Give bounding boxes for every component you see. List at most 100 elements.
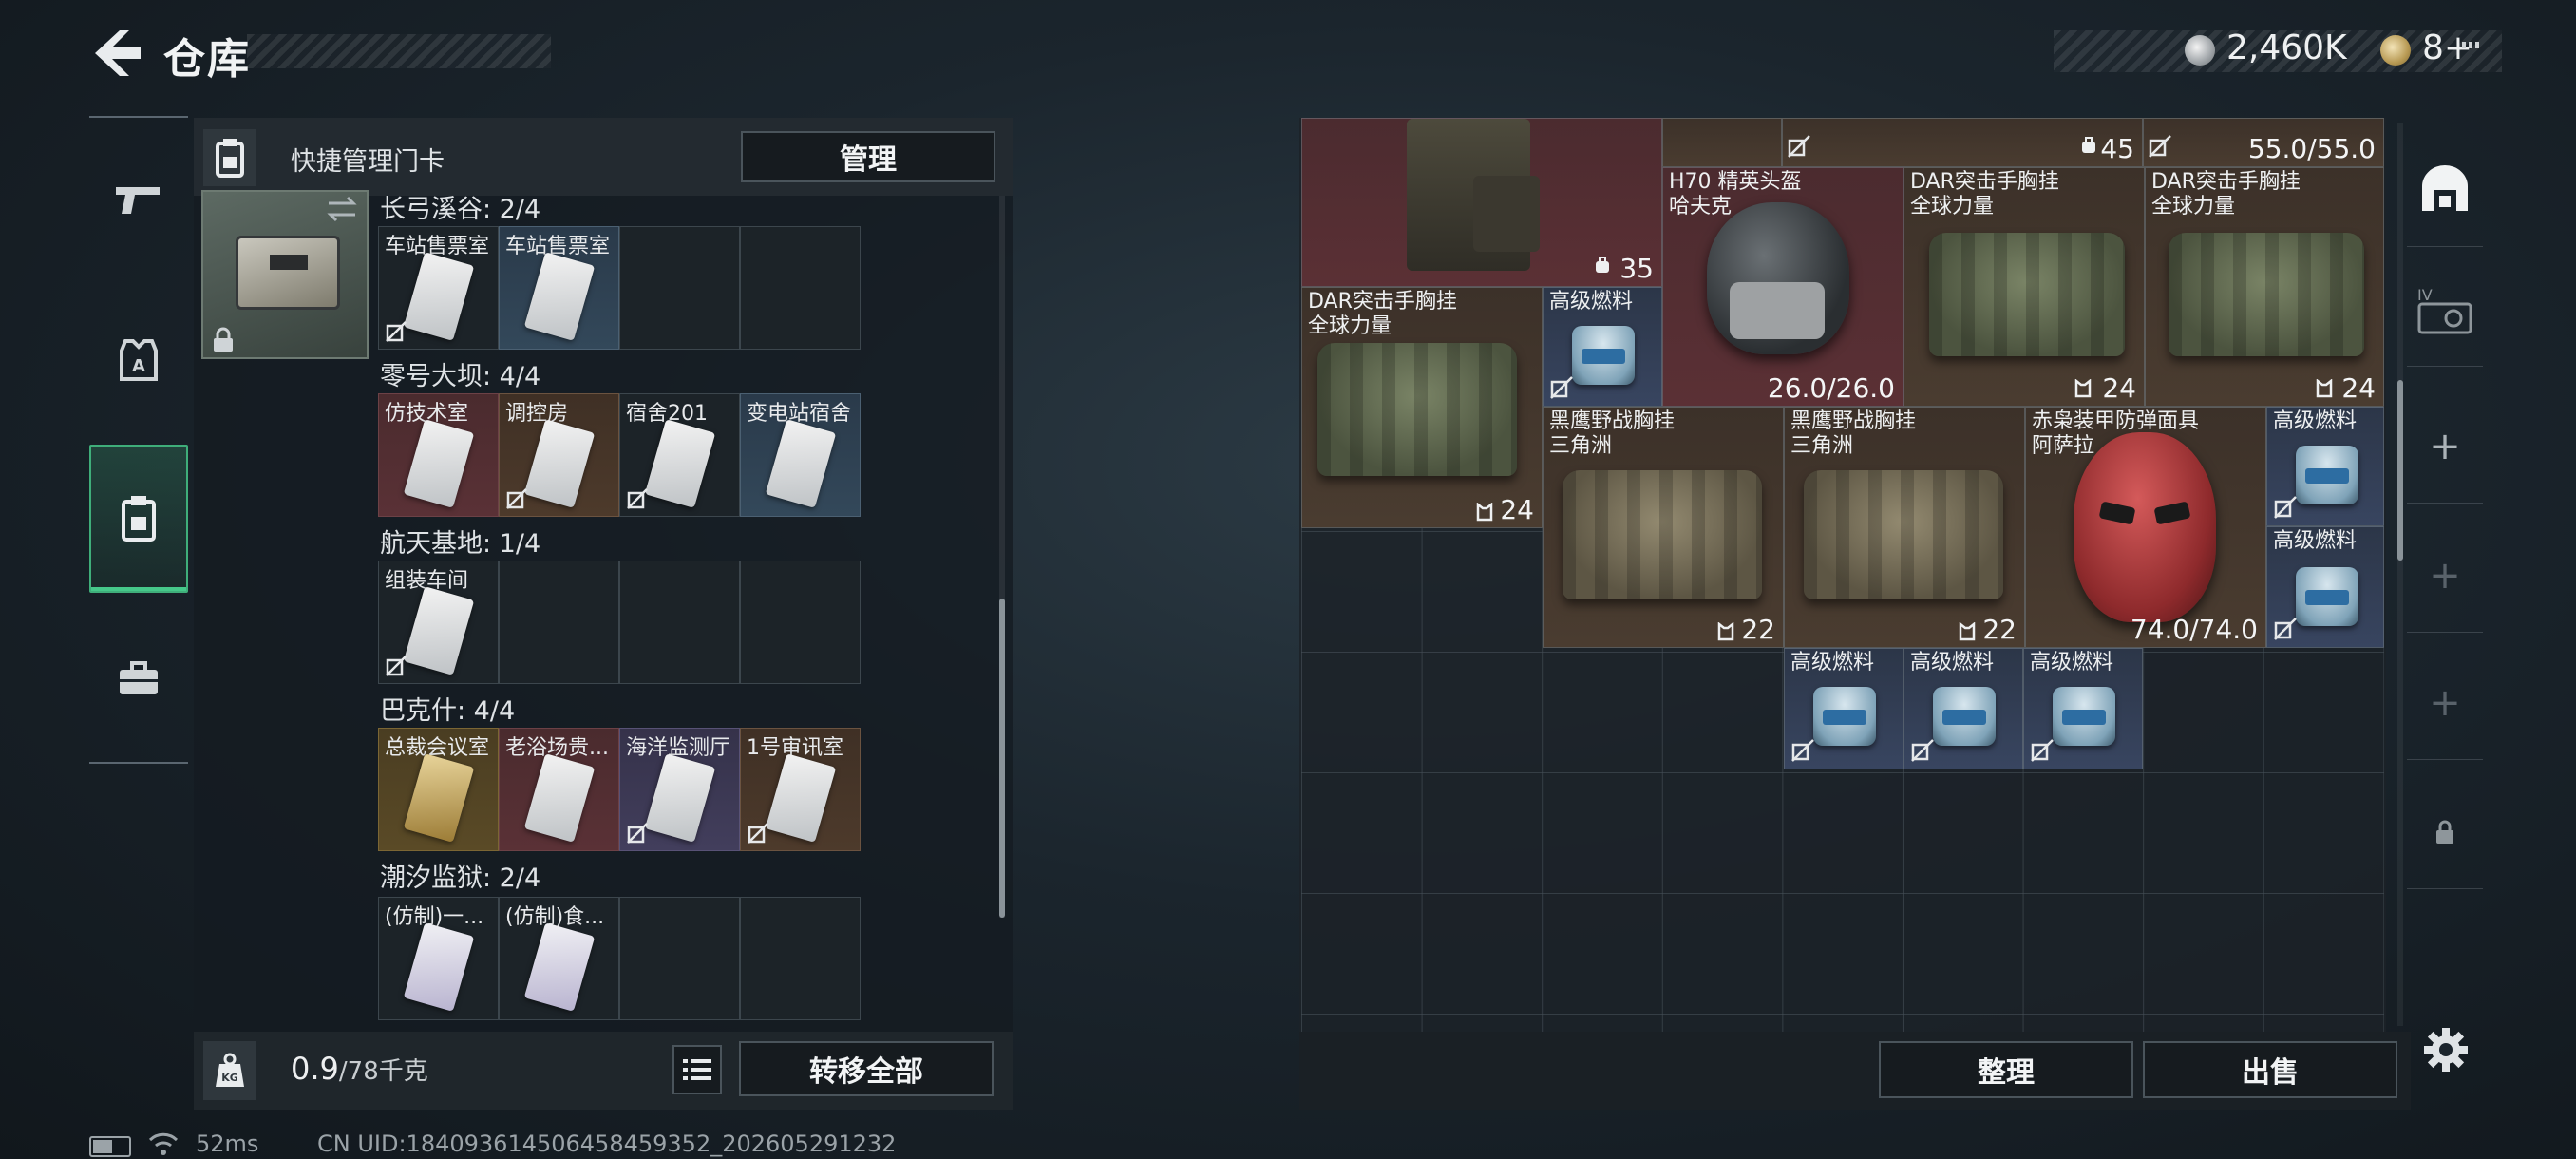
fuel-icon (1572, 326, 1635, 385)
manage-button[interactable]: 管理 (741, 131, 995, 182)
tab-keycards[interactable] (89, 445, 188, 593)
keycard-item[interactable]: 海洋监测厅 (619, 728, 740, 851)
backpack-icon (1596, 256, 1609, 273)
stash-item-backpack[interactable]: 45 (1782, 118, 2143, 167)
stash-item-chest-rig[interactable]: 黑鹰野战胸挂 三角洲 22 (1543, 407, 1784, 648)
stash-item-chest-rig[interactable]: 黑鹰野战胸挂 三角洲 22 (1784, 407, 2025, 648)
keycard-item[interactable]: 车站售票室 (378, 226, 499, 350)
item-name: 高级燃料 (1790, 651, 1875, 674)
stash-item-fuel[interactable]: 高级燃料 (1904, 648, 2023, 770)
plus-icon: + (2429, 680, 2461, 725)
keycard-empty-slot[interactable] (619, 226, 740, 350)
rail-stash-button[interactable] (2407, 133, 2483, 247)
no-extract-icon (386, 321, 407, 342)
swap-icon[interactable] (323, 194, 361, 224)
keycard-empty-slot[interactable] (740, 897, 861, 1020)
carry-weight-value: 0.9 (291, 1051, 339, 1087)
keycard-item[interactable]: 老浴场贵... (499, 728, 619, 851)
chest-rig-image (1804, 470, 2003, 599)
keycard-item[interactable]: 宿舍201 (619, 393, 740, 517)
keycard-item[interactable]: 仿技术室 (378, 393, 499, 517)
keycard-item[interactable]: 调控房 (499, 393, 619, 517)
keycard-row: 总裁会议室 老浴场贵... 海洋监测厅 1号审讯室 (378, 728, 861, 851)
stash-item-fuel[interactable]: 高级燃料 (2023, 648, 2143, 770)
keycard-empty-slot[interactable] (619, 897, 740, 1020)
stash-item-armor[interactable]: 55.0/55.0 (2143, 118, 2384, 167)
stash-item-helmet[interactable]: 赤枭装甲防弹面具 阿萨拉 74.0/74.0 (2025, 407, 2266, 648)
no-extract-icon (386, 656, 407, 676)
keycard-empty-slot[interactable] (740, 226, 861, 350)
tab-tools[interactable] (89, 618, 188, 741)
keycard-scrollbar-thumb[interactable] (999, 598, 1005, 918)
stash-item-chest-rig[interactable]: DAR突击手胸挂 全球力量 24 (1301, 287, 1543, 528)
stash-item-backpack[interactable]: 35 (1301, 118, 1662, 287)
chest-rig-image (1929, 233, 2125, 356)
sort-button[interactable]: 整理 (1879, 1041, 2133, 1098)
stash-item-fuel[interactable]: 高级燃料 (2266, 407, 2384, 526)
item-name: DAR突击手胸挂 全球力量 (1910, 170, 2059, 218)
tab-weapons[interactable] (89, 139, 188, 262)
item-name: 高级燃料 (2273, 529, 2358, 553)
more-icon[interactable] (2460, 40, 2481, 59)
list-icon (683, 1059, 711, 1080)
stash-item-partial[interactable] (1662, 118, 1782, 167)
keycard-item[interactable]: 组装车间 (378, 560, 499, 684)
stash-item-helmet[interactable]: H70 精英头盔 哈夫克 26.0/26.0 (1662, 167, 1904, 407)
map-group-title: 巴克什: 4/4 (380, 696, 516, 726)
map-group-title: 航天基地: 1/4 (380, 529, 541, 559)
item-name: 高级燃料 (1549, 290, 1634, 314)
item-name: 黑鹰野战胸挂 三角洲 (1549, 409, 1676, 458)
keycard-item[interactable]: (仿制)一... (378, 897, 499, 1020)
keycard-item[interactable]: 总裁会议室 (378, 728, 499, 851)
no-extract-icon (2031, 739, 2054, 762)
stash-scrollbar-thumb[interactable] (2397, 380, 2403, 560)
no-extract-icon (2149, 135, 2171, 158)
keycard-empty-slot[interactable] (740, 560, 861, 684)
no-extract-icon (506, 488, 527, 509)
keycard-image (403, 419, 475, 508)
keycard-empty-slot[interactable] (499, 560, 619, 684)
fuel-icon (2296, 567, 2358, 626)
keycard-image (765, 753, 837, 843)
lock-icon (214, 327, 233, 352)
settings-gear-icon[interactable] (2422, 1026, 2470, 1074)
rail-safebox-button[interactable]: IV (2407, 253, 2483, 367)
rig-icon (1717, 622, 1734, 641)
keycard-panel-title: 快捷管理门卡 (291, 147, 445, 177)
transfer-all-button[interactable]: 转移全部 (739, 1041, 994, 1096)
rail-add-slot-button[interactable]: + (2407, 646, 2483, 760)
rail-add-slot-button[interactable]: + (2407, 519, 2483, 633)
chest-rig-image (1317, 343, 1517, 476)
keycard-image (644, 753, 716, 843)
rail-add-slot-button[interactable]: + (2407, 390, 2483, 504)
keycard-item[interactable]: 变电站宿舍 (740, 393, 861, 517)
stash-item-fuel[interactable]: 高级燃料 (2266, 526, 2384, 648)
list-view-button[interactable] (672, 1045, 722, 1094)
keycard-item[interactable]: 1号审讯室 (740, 728, 861, 851)
keycard-empty-slot[interactable] (619, 560, 740, 684)
stash-item-fuel[interactable]: 高级燃料 (1784, 648, 1904, 770)
item-count: 24 (2341, 372, 2376, 404)
carry-weight: 0.9/78千克 (291, 1051, 428, 1087)
helmet-mask-image (1730, 282, 1825, 339)
uid-readout: CN UID:1840936145064584593​52_2026052912… (317, 1130, 897, 1157)
back-button[interactable] (87, 27, 144, 80)
keycard-item[interactable]: (仿制)食... (499, 897, 619, 1020)
sell-button[interactable]: 出售 (2143, 1041, 2397, 1098)
chest-rig-image (2169, 233, 2364, 356)
no-extract-icon (748, 823, 768, 844)
stash-scrollbar[interactable] (2397, 124, 2403, 1026)
stash-item-chest-rig[interactable]: DAR突击手胸挂 全球力量 24 (1904, 167, 2145, 407)
rig-icon (2074, 379, 2092, 398)
silver-coin-icon (2185, 35, 2215, 66)
stash-item-chest-rig[interactable]: DAR突击手胸挂 全球力量 24 (2145, 167, 2384, 407)
keycard-item[interactable]: 车站售票室 (499, 226, 619, 350)
tab-equipment[interactable]: A (89, 298, 188, 422)
safebox-tier: IV (2417, 286, 2433, 304)
keycard-row: 组装车间 (378, 560, 861, 684)
svg-text:KG: KG (221, 1072, 238, 1084)
keycard-icon (122, 496, 156, 542)
stash-item-fuel[interactable]: 高级燃料 (1543, 287, 1662, 407)
item-count: 35 (1619, 253, 1654, 284)
keycard-manager-icon (203, 129, 256, 186)
